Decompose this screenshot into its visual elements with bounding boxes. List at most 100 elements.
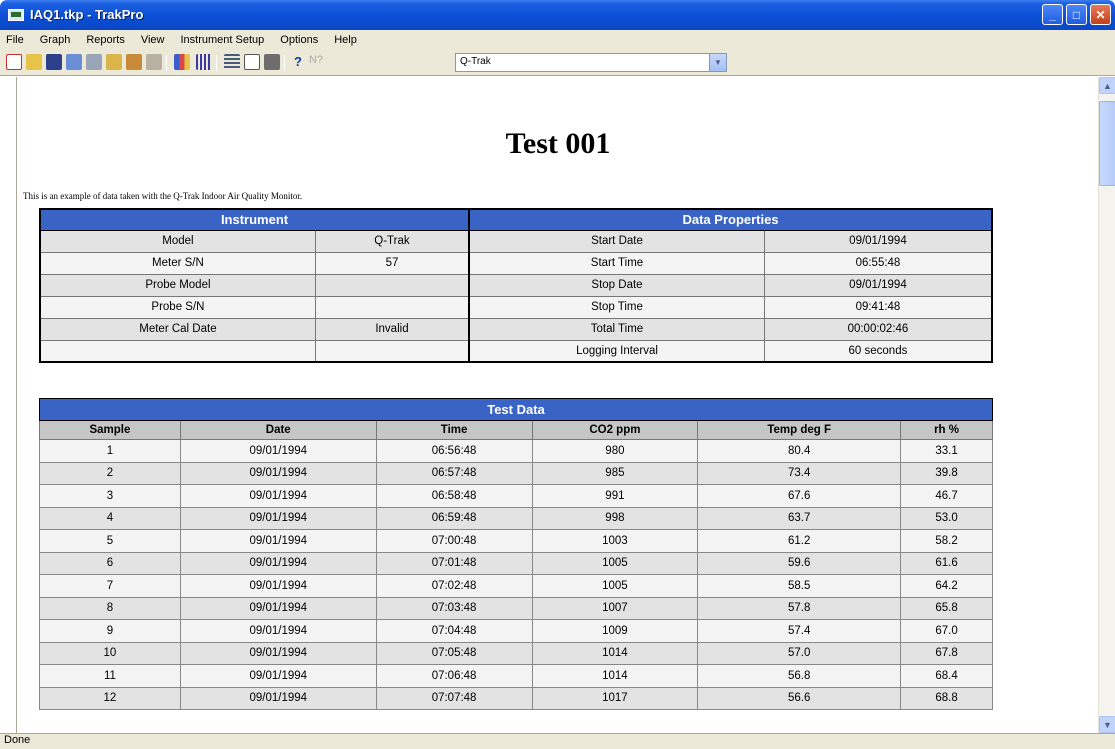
close-button[interactable]: ✕ xyxy=(1090,4,1111,25)
menu-reports[interactable]: Reports xyxy=(86,34,125,46)
property-row: Probe Model Stop Date 09/01/1994 xyxy=(39,273,993,297)
instrument-label: Meter Cal Date xyxy=(39,317,316,341)
table-cell: 07:05:48 xyxy=(375,641,533,665)
columns-icon[interactable] xyxy=(196,54,212,70)
table-row: 10 09/01/1994 07:05:48 1014 57.0 67.8 xyxy=(39,641,993,665)
menu-file[interactable]: File xyxy=(6,34,24,46)
instrument-label: Model xyxy=(39,229,316,253)
scroll-up-icon[interactable]: ▲ xyxy=(1099,77,1115,94)
app-icon[interactable] xyxy=(8,9,24,21)
table-cell: 8 xyxy=(39,596,181,620)
table-cell: 1 xyxy=(39,439,181,463)
save-icon[interactable] xyxy=(46,54,62,70)
table-cell: 1014 xyxy=(531,641,699,665)
table-cell: 980 xyxy=(531,439,699,463)
instrument-value xyxy=(314,273,470,297)
test-data-table: Test Data Sample Date Time CO2 ppm Temp deg … xyxy=(39,398,993,710)
table-cell: 985 xyxy=(531,461,699,485)
table-cell: 58.5 xyxy=(697,574,902,598)
table-cell: 33.1 xyxy=(900,439,993,463)
table-cell: 57.4 xyxy=(697,619,902,643)
table-cell: 09/01/1994 xyxy=(179,551,377,575)
title-bar: IAQ1.tkp - TrakPro _ □ ✕ xyxy=(0,0,1115,30)
scroll-thumb[interactable] xyxy=(1099,101,1115,186)
table-row: 11 09/01/1994 07:06:48 1014 56.8 68.4 xyxy=(39,664,993,688)
table-row: 12 09/01/1994 07:07:48 1017 56.6 68.8 xyxy=(39,686,993,710)
data-property-label: Start Time xyxy=(468,251,765,275)
table-cell: 07:03:48 xyxy=(375,596,533,620)
data-property-label: Logging Interval xyxy=(468,339,765,363)
table-cell: 09/01/1994 xyxy=(179,686,377,710)
properties-table: Instrument Data Properties Model Q-Trak St… xyxy=(39,208,993,363)
report-view: Test 001 This is an example of data take… xyxy=(16,77,1098,733)
menu-options[interactable]: Options xyxy=(280,34,318,46)
table-row: 1 09/01/1994 06:56:48 980 80.4 33.1 xyxy=(39,439,993,463)
table-cell: 998 xyxy=(531,506,699,530)
table-cell: 09/01/1994 xyxy=(179,619,377,643)
table-row: 4 09/01/1994 06:59:48 998 63.7 53.0 xyxy=(39,506,993,530)
menu-help[interactable]: Help xyxy=(334,34,357,46)
table-cell: 56.8 xyxy=(697,664,902,688)
help-icon[interactable]: ? xyxy=(290,54,306,70)
table-cell: 56.6 xyxy=(697,686,902,710)
data-property-label: Start Date xyxy=(468,229,765,253)
vertical-scrollbar[interactable]: ▲ ▼ xyxy=(1098,77,1115,733)
table-cell: 67.0 xyxy=(900,619,993,643)
data-properties-header: Data Properties xyxy=(468,208,993,231)
toolbar-separator xyxy=(284,55,285,71)
menu-bar: File Graph Reports View Instrument Setup… xyxy=(0,30,1115,50)
toolbar-separator xyxy=(216,55,217,71)
instrument-setup-icon[interactable] xyxy=(146,54,162,70)
probe-icon[interactable] xyxy=(106,54,122,70)
data-property-label: Stop Time xyxy=(468,295,765,319)
column-header[interactable]: Temp deg F xyxy=(697,420,902,440)
menu-view[interactable]: View xyxy=(141,34,165,46)
column-header[interactable]: CO2 ppm xyxy=(531,420,699,440)
column-header[interactable]: rh % xyxy=(900,420,993,440)
table-cell: 09/01/1994 xyxy=(179,506,377,530)
menu-graph[interactable]: Graph xyxy=(40,34,71,46)
table-row: 6 09/01/1994 07:01:48 1005 59.6 61.6 xyxy=(39,551,993,575)
column-header[interactable]: Time xyxy=(375,420,533,440)
instrument-icon[interactable] xyxy=(126,54,142,70)
data-property-value: 60 seconds xyxy=(763,339,993,363)
bar-graph-icon[interactable] xyxy=(174,54,190,70)
table-cell: 65.8 xyxy=(900,596,993,620)
new-icon[interactable] xyxy=(6,54,22,70)
instrument-combo[interactable]: Q-Trak ▼ xyxy=(455,53,727,72)
column-header[interactable]: Date xyxy=(179,420,377,440)
chevron-down-icon[interactable]: ▼ xyxy=(709,54,726,71)
instrument-label xyxy=(39,339,316,363)
minimize-button[interactable]: _ xyxy=(1042,4,1063,25)
open-icon[interactable] xyxy=(26,54,42,70)
table-cell: 09/01/1994 xyxy=(179,596,377,620)
list-icon[interactable] xyxy=(224,54,240,70)
table-cell: 80.4 xyxy=(697,439,902,463)
download-icon[interactable] xyxy=(86,54,102,70)
instrument-value xyxy=(314,295,470,319)
print-icon[interactable] xyxy=(264,54,280,70)
table-cell: 46.7 xyxy=(900,484,993,508)
table-cell: 09/01/1994 xyxy=(179,664,377,688)
instrument-label: Meter S/N xyxy=(39,251,316,275)
data-property-value: 09:41:48 xyxy=(763,295,993,319)
table-cell: 07:07:48 xyxy=(375,686,533,710)
column-header[interactable]: Sample xyxy=(39,420,181,440)
table-cell: 7 xyxy=(39,574,181,598)
table-cell: 06:58:48 xyxy=(375,484,533,508)
table-cell: 1003 xyxy=(531,529,699,553)
instrument-header: Instrument xyxy=(39,208,470,231)
toolbar-separator xyxy=(166,55,167,71)
context-help-icon[interactable]: N? xyxy=(308,54,324,70)
menu-instrument-setup[interactable]: Instrument Setup xyxy=(181,34,265,46)
table-cell: 1014 xyxy=(531,664,699,688)
table-cell: 53.0 xyxy=(900,506,993,530)
instrument-value xyxy=(314,339,470,363)
table-row: 2 09/01/1994 06:57:48 985 73.4 39.8 xyxy=(39,461,993,485)
table-cell: 39.8 xyxy=(900,461,993,485)
table-cell: 1005 xyxy=(531,551,699,575)
scroll-down-icon[interactable]: ▼ xyxy=(1099,716,1115,733)
maximize-button[interactable]: □ xyxy=(1066,4,1087,25)
properties-icon[interactable] xyxy=(66,54,82,70)
print-preview-icon[interactable] xyxy=(244,54,260,70)
